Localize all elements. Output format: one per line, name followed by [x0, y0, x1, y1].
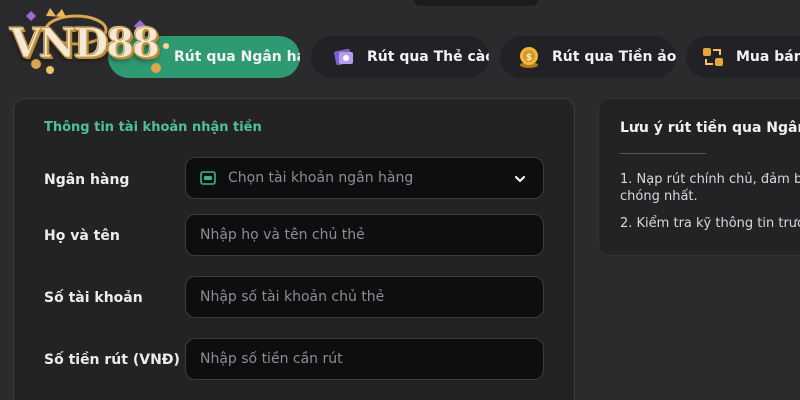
amount-field[interactable]: [185, 338, 544, 380]
exchange-icon: [703, 48, 723, 66]
withdraw-notes-panel: Lưu ý rút tiền qua Ngân 1. Nạp rút chính…: [598, 98, 800, 256]
account-number-field[interactable]: [185, 276, 544, 318]
tab-scratch-card-withdraw[interactable]: Rút qua Thẻ cào: [311, 36, 489, 78]
scratch-card-icon: [334, 48, 353, 66]
tab-label: Rút qua Thẻ cào: [367, 49, 489, 65]
bank-label: Ngân hàng: [44, 172, 130, 188]
fullname-field[interactable]: [185, 214, 544, 256]
chevron-down-icon: [515, 176, 525, 182]
fullname-input[interactable]: [200, 227, 500, 243]
form-title: Thông tin tài khoản nhận tiền: [44, 120, 262, 135]
note-item-2: 2. Kiểm tra kỹ thông tin trước k: [620, 216, 800, 231]
bank-select[interactable]: Chọn tài khoản ngân hàng: [185, 157, 544, 199]
account-number-label: Số tài khoản: [44, 290, 143, 306]
tab-label: Mua bán: [736, 49, 800, 65]
amount-label: Số tiền rút (VNĐ): [44, 352, 180, 368]
notes-divider: [620, 153, 706, 154]
amount-input[interactable]: [200, 351, 500, 367]
note-item-1-line-1: 1. Nạp rút chính chủ, đảm b: [620, 172, 800, 187]
tab-buy-sell[interactable]: Mua bán: [686, 36, 800, 78]
svg-text:$: $: [526, 53, 532, 63]
bank-select-placeholder: Chọn tài khoản ngân hàng: [228, 170, 414, 186]
tab-label: Rút qua Tiền ảo: [552, 49, 676, 65]
notes-title: Lưu ý rút tiền qua Ngân: [620, 120, 800, 136]
withdraw-form-panel: Thông tin tài khoản nhận tiền Ngân hàng …: [13, 98, 575, 400]
crypto-coin-icon: $: [520, 47, 538, 68]
top-bar-pill: [412, 0, 540, 6]
tab-label: Rút qua Ngân hàng: [174, 49, 300, 65]
vnd88-logo[interactable]: VND88: [6, 6, 174, 84]
tab-crypto-withdraw[interactable]: $ Rút qua Tiền ảo: [500, 36, 676, 78]
fullname-label: Họ và tên: [44, 228, 120, 244]
note-item-1-line-2: chóng nhất.: [620, 189, 698, 204]
account-number-input[interactable]: [200, 289, 500, 305]
bank-account-icon: [200, 171, 216, 185]
logo-text: VND88: [10, 20, 161, 68]
